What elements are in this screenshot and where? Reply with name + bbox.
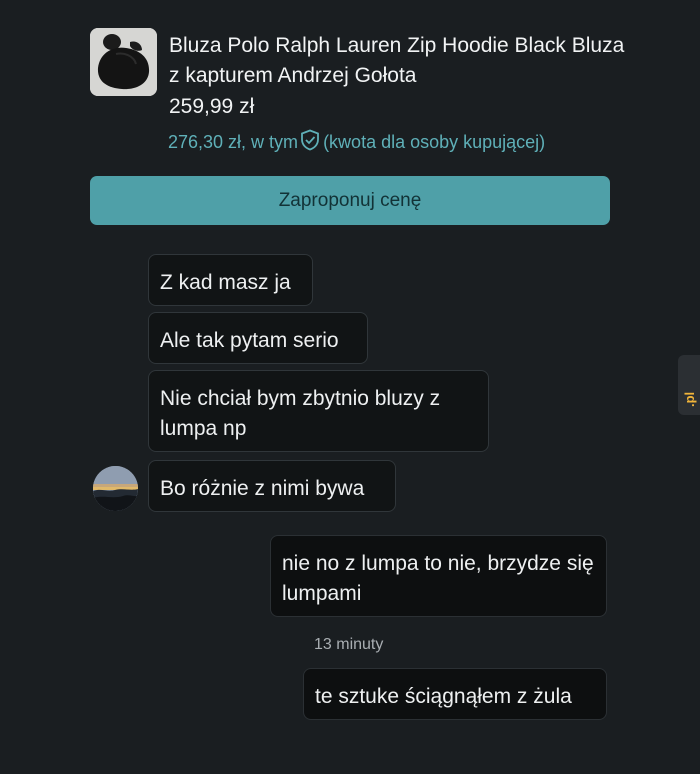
message-text: nie no z lumpa to nie, brzydze się lumpa…: [282, 552, 594, 605]
buyer-total-note: (kwota dla osoby kupującej): [323, 132, 546, 152]
product-price: 259,99 zł: [169, 95, 255, 118]
buyer-total-price: 276,30 zł, w tym (kwota dla osoby kupując…: [168, 129, 638, 158]
black-hoodie-photo-icon: [90, 28, 157, 96]
jeja-watermark: jeja.pl: [678, 355, 700, 415]
make-offer-button[interactable]: Zaproponuj cenę: [90, 176, 610, 225]
message-text: te sztuke ściągnąłem z żula: [315, 685, 572, 708]
message-text: Z kad masz ja: [160, 271, 291, 294]
message-bubble-outgoing[interactable]: te sztuke ściągnąłem z żula: [303, 668, 607, 720]
message-timestamp: 13 minuty: [314, 636, 384, 653]
buyer-total-amount: 276,30 zł, w tym: [168, 132, 299, 152]
sunset-avatar[interactable]: [93, 466, 138, 511]
message-bubble-outgoing[interactable]: nie no z lumpa to nie, brzydze się lumpa…: [270, 535, 607, 617]
product-thumbnail[interactable]: [90, 28, 157, 96]
message-text: Nie chciał bym zbytnio bluzy z lumpa np: [160, 387, 441, 440]
shield-check-icon[interactable]: [300, 129, 320, 158]
message-bubble-incoming[interactable]: Nie chciał bym zbytnio bluzy z lumpa np: [148, 370, 489, 452]
message-bubble-incoming[interactable]: Ale tak pytam serio: [148, 312, 368, 364]
message-text: Bo różnie z nimi bywa: [160, 477, 365, 500]
product-title[interactable]: Bluza Polo Ralph Lauren Zip Hoodie Black…: [169, 31, 629, 91]
message-text: Ale tak pytam serio: [160, 329, 339, 352]
watermark-text: jeja.pl: [682, 392, 697, 407]
message-bubble-incoming[interactable]: Bo różnie z nimi bywa: [148, 460, 396, 512]
sunset-avatar-icon: [93, 466, 138, 511]
watermark-suffix: .pl: [682, 391, 697, 407]
message-bubble-incoming[interactable]: Z kad masz ja: [148, 254, 313, 306]
